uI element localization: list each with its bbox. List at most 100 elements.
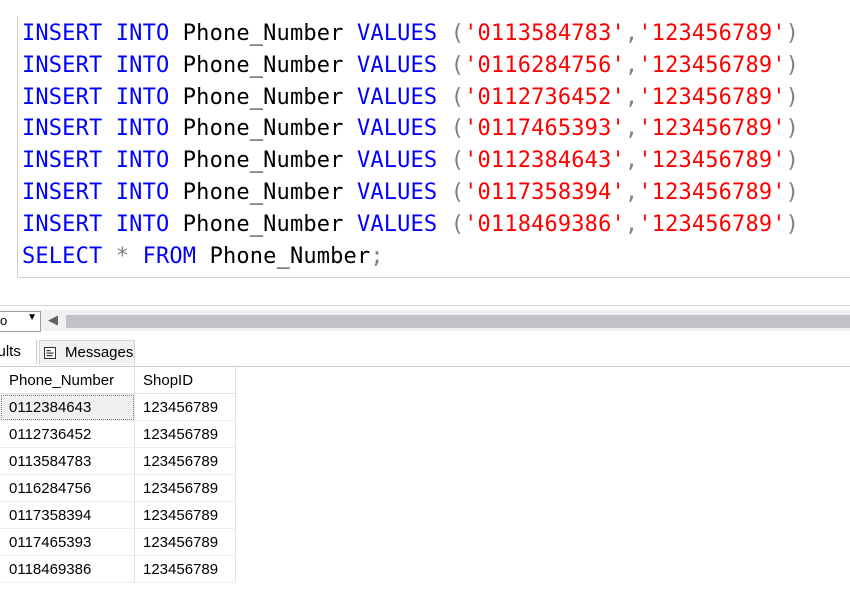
keyword-insert: INSERT: [22, 21, 103, 46]
editor-border: [0, 305, 850, 306]
keyword-values: VALUES: [356, 116, 438, 142]
close-paren: ): [785, 116, 800, 142]
code-line[interactable]: INSERT INTO Phone_Number VALUES ('011273…: [22, 82, 799, 114]
editor-status-bar: o ▼ ◀: [0, 310, 850, 332]
code-line[interactable]: INSERT INTO Phone_Number VALUES ('011238…: [22, 145, 799, 177]
comma: ,: [624, 179, 639, 205]
tab-messages-label: Messages: [65, 344, 134, 361]
comma: ,: [624, 52, 639, 78]
editor-margin-line: [17, 16, 18, 278]
comma: ,: [624, 148, 639, 174]
keyword-insert: INSERT: [22, 52, 103, 78]
keyword-select: SELECT: [22, 243, 103, 269]
cell-phone-number[interactable]: 0112736452: [0, 420, 135, 448]
code-line[interactable]: INSERT INTO Phone_Number VALUES ('011846…: [22, 209, 799, 241]
column-header-phone-number[interactable]: Phone_Number: [0, 367, 135, 394]
zoom-value: o: [0, 313, 8, 328]
horizontal-scrollbar-thumb[interactable]: [66, 315, 850, 328]
keyword-insert: INSERT: [22, 116, 103, 142]
keyword-values: VALUES: [356, 211, 438, 237]
string-phone: '0112736452': [464, 84, 625, 110]
keyword-values: VALUES: [356, 179, 438, 205]
string-shopid: '123456789': [638, 84, 786, 110]
cell-shopid[interactable]: 123456789: [134, 420, 236, 448]
keyword-insert: INSERT: [22, 84, 103, 110]
cell-shopid[interactable]: 123456789: [134, 501, 236, 529]
zoom-dropdown[interactable]: o ▼: [0, 311, 41, 332]
keyword-into: INTO: [115, 179, 170, 205]
tab-messages[interactable]: Messages: [39, 340, 135, 365]
open-paren: (: [450, 21, 465, 46]
cell-phone-number[interactable]: 0117358394: [0, 501, 135, 529]
sql-code[interactable]: INSERT INTO Phone_Number VALUES ('011358…: [22, 18, 799, 272]
column-header-shopid[interactable]: ShopID: [134, 367, 236, 394]
results-tabs: sults Messages: [0, 340, 850, 366]
cell-phone-number[interactable]: 0116284756: [0, 474, 135, 502]
keyword-values: VALUES: [356, 52, 438, 78]
keyword-insert: INSERT: [22, 211, 103, 237]
cell-phone-number[interactable]: 0117465393: [0, 528, 135, 556]
keyword-insert: INSERT: [22, 179, 103, 205]
cell-shopid[interactable]: 123456789: [134, 555, 236, 583]
string-phone: '0116284756': [464, 52, 625, 78]
table-row[interactable]: 0112736452 123456789: [0, 420, 236, 448]
string-phone: '0112384643': [464, 148, 625, 174]
open-paren: (: [450, 148, 465, 174]
string-shopid: '123456789': [638, 211, 786, 237]
grid-header-row: Phone_Number ShopID: [0, 367, 236, 394]
cell-shopid[interactable]: 123456789: [134, 393, 236, 421]
scroll-left-icon[interactable]: ◀: [48, 312, 58, 328]
cell-phone-number[interactable]: 0113584783: [0, 447, 135, 475]
chevron-down-icon: ▼: [27, 312, 37, 323]
open-paren: (: [450, 179, 465, 205]
tab-results[interactable]: sults: [0, 340, 37, 364]
table-row[interactable]: 0117358394 123456789: [0, 501, 236, 529]
code-line[interactable]: INSERT INTO Phone_Number VALUES ('011628…: [22, 50, 799, 82]
table-row[interactable]: 0113584783 123456789: [0, 447, 236, 475]
string-phone: '0113584783': [464, 21, 625, 46]
cell-shopid[interactable]: 123456789: [134, 447, 236, 475]
table-row[interactable]: 0117465393 123456789: [0, 528, 236, 556]
comma: ,: [624, 116, 639, 142]
table-identifier: Phone_Number: [209, 243, 371, 269]
cell-phone-number[interactable]: 0112384643: [0, 393, 135, 421]
keyword-insert: INSERT: [22, 148, 103, 174]
code-line[interactable]: SELECT * FROM Phone_Number;: [22, 241, 799, 273]
table-row[interactable]: 0116284756 123456789: [0, 474, 236, 502]
messages-icon: [44, 347, 56, 359]
close-paren: ): [785, 179, 800, 205]
keyword-into: INTO: [115, 116, 170, 142]
close-paren: ): [785, 84, 800, 110]
open-paren: (: [450, 211, 465, 237]
code-line[interactable]: INSERT INTO Phone_Number VALUES ('011358…: [22, 18, 799, 50]
table-identifier: Phone_Number: [182, 84, 344, 110]
keyword-into: INTO: [115, 148, 170, 174]
code-line[interactable]: INSERT INTO Phone_Number VALUES ('011735…: [22, 177, 799, 209]
table-identifier: Phone_Number: [182, 116, 344, 142]
string-shopid: '123456789': [638, 148, 786, 174]
string-phone: '0117465393': [464, 116, 625, 142]
comma: ,: [624, 21, 639, 46]
open-paren: (: [450, 84, 465, 110]
table-row[interactable]: 0118469386 123456789: [0, 555, 236, 583]
keyword-values: VALUES: [356, 21, 438, 46]
results-grid[interactable]: Phone_Number ShopID 0112384643 123456789 0…: [0, 367, 236, 583]
table-row[interactable]: 0112384643 123456789: [0, 393, 236, 421]
open-paren: (: [450, 116, 465, 142]
cell-shopid[interactable]: 123456789: [134, 474, 236, 502]
query-editor[interactable]: INSERT INTO Phone_Number VALUES ('011358…: [0, 0, 850, 306]
string-shopid: '123456789': [638, 21, 786, 46]
table-identifier: Phone_Number: [182, 148, 344, 174]
table-identifier: Phone_Number: [182, 52, 344, 78]
string-phone: '0117358394': [464, 179, 625, 205]
keyword-into: INTO: [115, 211, 170, 237]
keyword-from: FROM: [142, 243, 197, 269]
star-operator: *: [115, 243, 130, 269]
table-identifier: Phone_Number: [182, 211, 344, 237]
cell-phone-number[interactable]: 0118469386: [0, 555, 135, 583]
tab-results-label: sults: [0, 343, 21, 360]
close-paren: ): [785, 52, 800, 78]
code-line[interactable]: INSERT INTO Phone_Number VALUES ('011746…: [22, 113, 799, 145]
string-shopid: '123456789': [638, 52, 786, 78]
cell-shopid[interactable]: 123456789: [134, 528, 236, 556]
